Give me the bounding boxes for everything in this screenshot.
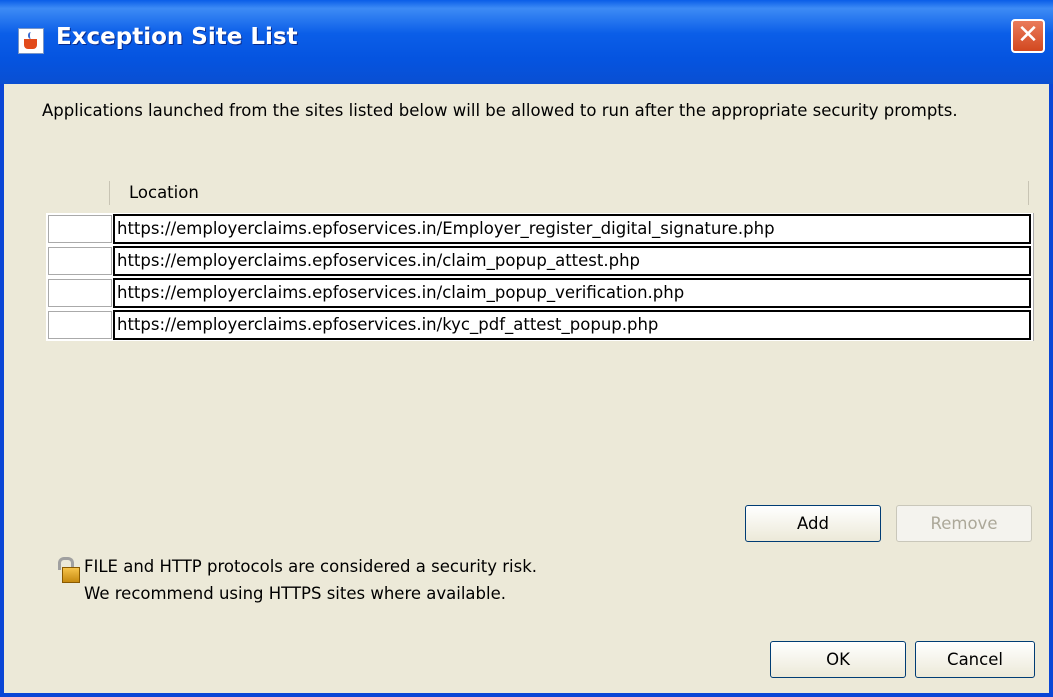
- table-row[interactable]: https://employerclaims.epfoservices.in/E…: [46, 213, 1033, 245]
- add-button[interactable]: Add: [745, 505, 881, 542]
- ok-button[interactable]: OK: [770, 641, 906, 678]
- cancel-button[interactable]: Cancel: [915, 641, 1035, 678]
- location-cell[interactable]: https://employerclaims.epfoservices.in/c…: [113, 278, 1031, 308]
- exception-site-list-dialog: Exception Site List ✕ Applications launc…: [0, 0, 1053, 697]
- site-list-table: https://employerclaims.epfoservices.in/E…: [46, 213, 1034, 341]
- header-divider: [109, 181, 110, 205]
- row-index-cell[interactable]: [48, 279, 112, 307]
- row-index-cell[interactable]: [48, 215, 112, 243]
- table-row[interactable]: https://employerclaims.epfoservices.in/c…: [46, 277, 1033, 309]
- title-bar[interactable]: Exception Site List ✕: [0, 0, 1053, 84]
- window-title: Exception Site List: [56, 24, 298, 50]
- location-cell[interactable]: https://employerclaims.epfoservices.in/E…: [113, 214, 1031, 244]
- table-row[interactable]: https://employerclaims.epfoservices.in/c…: [46, 245, 1033, 277]
- table-row[interactable]: https://employerclaims.epfoservices.in/k…: [46, 309, 1033, 341]
- security-warning: FILE and HTTP protocols are considered a…: [84, 553, 537, 607]
- warning-line-1: FILE and HTTP protocols are considered a…: [84, 557, 538, 576]
- close-button[interactable]: ✕: [1011, 19, 1045, 53]
- java-icon: [18, 28, 44, 54]
- warning-line-2: We recommend using HTTPS sites where ava…: [84, 584, 506, 603]
- lock-icon: [56, 557, 80, 583]
- row-index-cell[interactable]: [48, 311, 112, 339]
- row-index-cell[interactable]: [48, 247, 112, 275]
- remove-button[interactable]: Remove: [896, 505, 1032, 542]
- location-cell[interactable]: https://employerclaims.epfoservices.in/k…: [113, 310, 1031, 340]
- table-header: Location: [46, 179, 1031, 209]
- header-divider: [1028, 181, 1029, 205]
- description-text: Applications launched from the sites lis…: [42, 101, 958, 120]
- location-column-header[interactable]: Location: [129, 183, 199, 202]
- location-cell[interactable]: https://employerclaims.epfoservices.in/c…: [113, 246, 1031, 276]
